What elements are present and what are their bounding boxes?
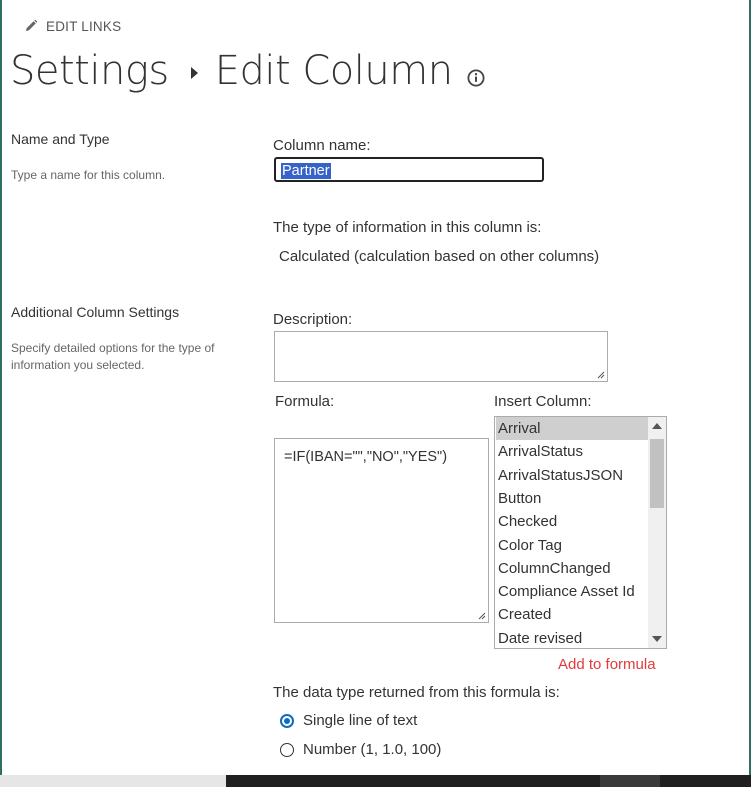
insert-column-listbox[interactable]: Arrival ArrivalStatus ArrivalStatusJSON … <box>494 416 667 649</box>
column-name-input[interactable]: Partner <box>274 157 544 182</box>
radio-single-line-text[interactable]: Single line of text <box>280 712 417 729</box>
insert-column-label: Insert Column: <box>494 393 592 410</box>
radio-label: Number (1, 1.0, 100) <box>303 741 442 758</box>
resize-handle-icon[interactable] <box>478 612 486 620</box>
list-item[interactable]: ArrivalStatusJSON <box>496 464 648 487</box>
page-title: Settings Edit Column <box>10 44 485 98</box>
scroll-up-icon[interactable] <box>652 423 662 429</box>
listbox-scrollbar[interactable] <box>648 417 666 648</box>
pencil-icon <box>24 19 38 33</box>
resize-handle-icon[interactable] <box>597 371 605 379</box>
info-icon[interactable] <box>467 51 485 97</box>
list-item[interactable]: Compliance Asset Id <box>496 580 648 603</box>
list-item[interactable]: Created <box>496 603 648 626</box>
return-type-label: The data type returned from this formula… <box>273 684 560 701</box>
column-name-value: Partner <box>281 163 331 179</box>
column-name-label: Column name: <box>273 137 371 154</box>
list-item[interactable]: Checked <box>496 510 648 533</box>
list-item[interactable]: Button <box>496 487 648 510</box>
name-and-type-description: Type a name for this column. <box>11 168 166 182</box>
type-value-text: Calculated (calculation based on other c… <box>279 248 600 265</box>
taskbar <box>226 775 751 787</box>
formula-textarea[interactable]: =IF(IBAN="","NO","YES") <box>274 438 489 623</box>
list-item[interactable]: ColumnChanged <box>496 557 648 580</box>
radio-unchecked-icon[interactable] <box>280 742 294 757</box>
type-intro-text: The type of information in this column i… <box>273 219 542 236</box>
window-border-left <box>0 0 2 775</box>
additional-settings-description: Specify detailed options for the type of… <box>11 341 215 372</box>
breadcrumb-settings[interactable]: Settings <box>10 48 169 94</box>
scroll-down-icon[interactable] <box>652 636 662 642</box>
radio-label: Single line of text <box>303 712 418 729</box>
description-textarea[interactable] <box>274 331 608 382</box>
edit-links-button[interactable]: EDIT LINKS <box>24 16 121 36</box>
name-and-type-heading: Name and Type <box>11 131 110 147</box>
breadcrumb-current: Edit Column <box>214 48 453 94</box>
description-label: Description: <box>273 311 353 328</box>
additional-settings-heading: Additional Column Settings <box>11 304 180 320</box>
formula-value: =IF(IBAN="","NO","YES") <box>284 449 448 465</box>
edit-links-label: EDIT LINKS <box>46 18 122 34</box>
radio-checked-icon[interactable] <box>280 713 294 728</box>
list-item-arrival[interactable]: Arrival <box>496 417 648 441</box>
list-item[interactable]: Color Tag <box>496 534 648 557</box>
scroll-thumb[interactable] <box>650 439 664 508</box>
radio-number[interactable]: Number (1, 1.0, 100) <box>280 741 441 758</box>
formula-label: Formula: <box>275 393 335 410</box>
taskbar-active-app[interactable] <box>600 775 660 787</box>
list-item[interactable]: ArrivalStatus <box>496 440 648 463</box>
list-item[interactable]: Date revised <box>496 627 648 648</box>
breadcrumb-separator-icon <box>190 67 198 79</box>
add-to-formula-link[interactable]: Add to formula <box>558 656 656 673</box>
